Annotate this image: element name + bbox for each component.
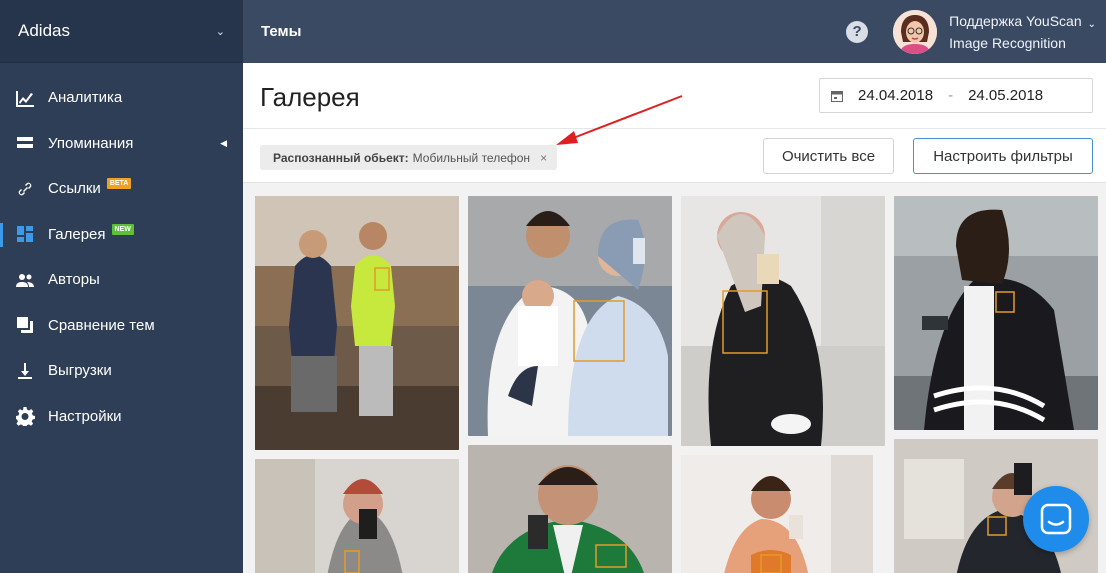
chevron-down-icon[interactable]: ⌄	[1088, 19, 1096, 30]
project-switcher[interactable]: Adidas ⌄	[0, 0, 243, 63]
chat-bubble-icon[interactable]	[1023, 486, 1089, 552]
user-menu[interactable]: Поддержка YouScan Image Recognition	[949, 10, 1081, 54]
download-icon	[14, 360, 36, 382]
gallery-icon	[14, 223, 36, 245]
sidebar-item-label: Сравнение тем	[48, 316, 155, 334]
calendar-icon	[831, 90, 843, 102]
gallery-image[interactable]	[681, 455, 873, 573]
gallery-image[interactable]	[468, 445, 672, 573]
filter-chip-value: Мобильный телефон	[412, 150, 531, 165]
caret-left-icon[interactable]: ◀	[220, 138, 227, 149]
user-subtitle: Image Recognition	[949, 34, 1066, 51]
sidebar-item-mentions[interactable]: Упоминания ◀	[0, 121, 243, 167]
filter-chip[interactable]: Распознанный обьект: Мобильный телефон ×	[260, 145, 558, 170]
sidebar-item-label: Упоминания	[48, 134, 134, 152]
chart-icon	[14, 87, 36, 109]
sidebar: Adidas ⌄ Аналитика Упоминания ◀ Ссылки B…	[0, 0, 243, 573]
authors-icon	[14, 269, 36, 291]
avatar[interactable]	[893, 9, 938, 54]
sidebar-item-label: Выгрузки	[48, 362, 112, 380]
gallery-grid	[243, 183, 1106, 573]
date-range-picker[interactable]: 24.04.2018 - 24.05.2018	[819, 78, 1093, 113]
topbar: Темы ? Поддержка YouScan Image Recogniti…	[243, 0, 1106, 63]
page-title: Галерея	[260, 82, 360, 112]
project-name: Adidas	[18, 21, 70, 40]
new-badge: NEW	[111, 223, 134, 235]
compare-icon	[14, 314, 36, 336]
sidebar-item-label: Ссылки	[48, 180, 101, 198]
date-to[interactable]: 24.05.2018	[968, 87, 1043, 104]
sidebar-item-links[interactable]: Ссылки BETA	[0, 166, 243, 212]
sidebar-item-settings[interactable]: Настройки	[0, 394, 243, 440]
topbar-section-title[interactable]: Темы	[243, 23, 846, 40]
gear-icon	[14, 405, 36, 427]
sidebar-item-gallery[interactable]: Галерея NEW	[0, 212, 243, 258]
sidebar-item-exports[interactable]: Выгрузки	[0, 348, 243, 394]
configure-filters-button[interactable]: Настроить фильтры	[913, 138, 1093, 174]
chevron-down-icon: ⌄	[215, 25, 225, 38]
sidebar-item-label: Аналитика	[48, 89, 123, 107]
gallery-image[interactable]	[255, 196, 459, 450]
user-name: Поддержка YouScan	[949, 12, 1082, 29]
gallery-image[interactable]	[255, 459, 459, 573]
help-icon[interactable]: ?	[846, 20, 869, 43]
sidebar-item-compare[interactable]: Сравнение тем	[0, 303, 243, 349]
beta-badge: BETA	[106, 178, 132, 190]
sidebar-item-label: Настройки	[48, 407, 122, 425]
clear-all-button[interactable]: Очистить все	[763, 138, 894, 174]
date-from[interactable]: 24.04.2018	[858, 87, 933, 104]
sidebar-item-authors[interactable]: Авторы	[0, 257, 243, 303]
mentions-icon	[14, 132, 36, 154]
link-icon	[14, 178, 36, 200]
page-header: Галерея 24.04.2018 - 24.05.2018	[243, 63, 1106, 129]
gallery-image[interactable]	[894, 196, 1098, 430]
date-separator: -	[948, 87, 954, 104]
close-icon[interactable]: ×	[540, 151, 547, 165]
sidebar-item-label: Авторы	[48, 271, 100, 289]
gallery-image[interactable]	[681, 196, 885, 446]
sidebar-item-label: Галерея	[48, 225, 106, 243]
gallery-image[interactable]	[468, 196, 672, 436]
filter-bar: Распознанный обьект: Мобильный телефон ×…	[243, 129, 1106, 183]
sidebar-item-analytics[interactable]: Аналитика	[0, 75, 243, 121]
sidebar-nav: Аналитика Упоминания ◀ Ссылки BETA Галер…	[0, 63, 243, 439]
app-root: Adidas ⌄ Аналитика Упоминания ◀ Ссылки B…	[0, 0, 1106, 573]
filter-chip-key: Распознанный обьект:	[273, 150, 409, 165]
